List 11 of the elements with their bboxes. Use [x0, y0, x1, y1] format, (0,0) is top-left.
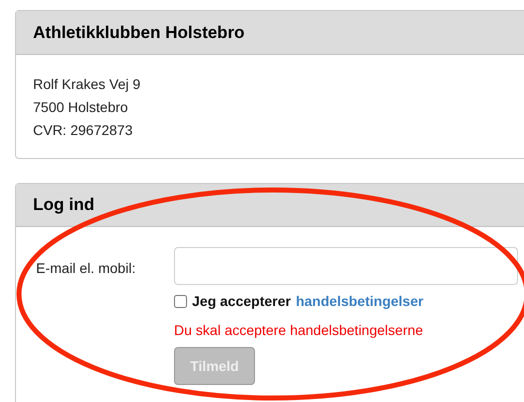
- address-line: Rolf Krakes Vej 9: [33, 75, 142, 94]
- address-line: CVR: 29672873: [33, 121, 134, 140]
- panel-title: Athletikklubben Holstebro: [33, 22, 245, 44]
- terms-link[interactable]: handelsbetingelser: [296, 291, 424, 312]
- address-line: 7500 Holstebro: [33, 98, 129, 117]
- email-field[interactable]: [174, 247, 518, 285]
- email-label: E-mail el. mobil:: [36, 260, 136, 276]
- terms-label: Jeg accepterer: [192, 292, 291, 311]
- error-message: Du skal acceptere handelsbetingelserne: [174, 321, 424, 340]
- terms-checkbox[interactable]: [174, 295, 187, 308]
- panel-title: Log ind: [33, 194, 94, 216]
